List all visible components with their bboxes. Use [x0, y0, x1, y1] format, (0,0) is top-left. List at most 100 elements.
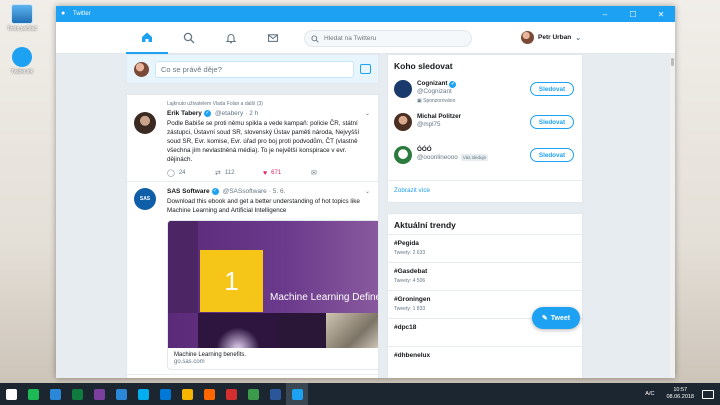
card-image: 1 Machine Learning Defined — [168, 221, 378, 348]
right-sidebar: Koho sledovat Cognizant ✓ @Cognizant ▣ Sp… — [387, 54, 583, 378]
verified-icon: ✓ — [203, 110, 211, 117]
taskbar-app[interactable] — [66, 383, 88, 405]
trend-tag: #Gasdebat — [394, 268, 428, 275]
avatar[interactable]: SAS — [134, 188, 156, 210]
taskbar-app-active[interactable] — [286, 383, 308, 405]
twitter-bird-icon: ● — [61, 10, 66, 17]
firefox-icon — [203, 388, 215, 400]
promoted-label: Sponzorováno — [423, 98, 456, 104]
search-field[interactable] — [304, 30, 472, 47]
taskbar-app[interactable] — [44, 383, 66, 405]
tab-home[interactable] — [126, 22, 168, 54]
taskbar-app[interactable] — [154, 383, 176, 405]
chevron-down-icon[interactable]: ⌄ — [365, 110, 370, 117]
desktop-icon-twitter[interactable]: Twitter.lnk — [2, 47, 42, 75]
tab-messages[interactable] — [252, 22, 294, 54]
scrollbar[interactable] — [670, 54, 675, 378]
retweet-icon: ⇄ — [215, 170, 221, 177]
account-name[interactable]: ÓÓÓ — [417, 146, 488, 154]
window-titlebar[interactable]: ● Twitter – ☐ ✕ — [56, 6, 675, 22]
suggested-account[interactable]: ÓÓÓ @ooonlineooo Vás sleduje Sledovat — [388, 141, 582, 174]
twitter-bird-icon — [12, 47, 32, 67]
follow-button[interactable]: Sledovat — [530, 148, 574, 162]
message-button[interactable]: ✉ — [311, 169, 359, 177]
envelope-icon: ✉ — [311, 170, 317, 177]
taskbar-app[interactable] — [264, 383, 286, 405]
taskbar-app[interactable] — [88, 383, 110, 405]
account-name[interactable]: Cognizant — [417, 80, 447, 88]
user-menu[interactable]: Petr Urban ⌄ — [521, 31, 581, 44]
edge-icon — [49, 388, 61, 400]
tab-explore[interactable] — [168, 22, 210, 54]
avatar[interactable] — [394, 113, 412, 131]
taskbar-app[interactable] — [198, 383, 220, 405]
tweet[interactable]: Lajknuto uživatelem Vlada Folan a další … — [127, 95, 378, 182]
tweet-author-name[interactable]: SAS Software — [167, 188, 210, 195]
compose-input[interactable]: Co se právě děje? — [155, 60, 354, 78]
taskbar-app[interactable] — [22, 383, 44, 405]
trends-panel: Aktuální trendy #Pegida Tweety: 2 633 #G… — [387, 213, 583, 378]
avatar[interactable] — [394, 146, 412, 164]
like-button[interactable]: ♥ 671 — [263, 169, 311, 177]
follow-button[interactable]: Sledovat — [530, 82, 574, 96]
account-name[interactable]: Michal Politzer — [417, 113, 461, 121]
trend-item[interactable]: #Pegida Tweety: 2 633 — [388, 234, 582, 262]
minimize-button[interactable]: – — [591, 6, 619, 22]
taskbar-app[interactable] — [132, 383, 154, 405]
chevron-down-icon[interactable]: ⌄ — [365, 188, 370, 195]
tweet-button-label: Tweet — [550, 314, 571, 322]
taskbar-app[interactable] — [176, 383, 198, 405]
main-column: Co se právě děje? Lajknuto uživatelem Vl… — [126, 54, 379, 378]
close-button[interactable]: ✕ — [647, 6, 675, 22]
clock-date: 08.06.2018 — [666, 394, 694, 400]
avatar — [521, 31, 534, 44]
taskbar-app[interactable] — [110, 383, 132, 405]
who-to-follow-panel: Koho sledovat Cognizant ✓ @Cognizant ▣ Sp… — [387, 54, 583, 203]
maximize-button[interactable]: ☐ — [619, 6, 647, 22]
suggested-account[interactable]: Michal Politzer @mpl75 Sledovat — [388, 108, 582, 141]
link-card[interactable]: 1 Machine Learning Defined Machine Learn… — [167, 220, 378, 370]
taskbar-app[interactable] — [242, 383, 264, 405]
clock-time: 10:57 — [673, 387, 688, 393]
reply-icon: ◯ — [167, 170, 175, 177]
envelope-icon — [267, 34, 279, 42]
show-more-link[interactable]: Zobrazit více — [388, 180, 582, 202]
tweet-handle[interactable]: @SASsoftware — [223, 188, 267, 195]
heart-icon: ♥ — [263, 169, 268, 177]
avatar[interactable] — [134, 112, 156, 134]
image-icon[interactable] — [360, 64, 371, 74]
reply-button[interactable]: ◯ 24 — [167, 169, 215, 177]
retweet-button[interactable]: ⇄ 112 — [215, 169, 263, 177]
clock[interactable]: 10:57 08.06.2018 — [666, 387, 694, 401]
tweet-time[interactable]: · 5. 6. — [269, 188, 286, 195]
home-icon — [142, 32, 152, 42]
search-icon — [311, 34, 319, 43]
follow-button[interactable]: Sledovat — [530, 115, 574, 129]
tab-notifications[interactable] — [210, 22, 252, 54]
tweet-time[interactable]: · 2 h — [245, 110, 258, 117]
window-title: Twitter — [73, 11, 91, 17]
trend-item[interactable]: #Gasdebat Tweety: 4 506 — [388, 262, 582, 290]
input-language[interactable]: A/C — [645, 391, 654, 397]
notification-icon[interactable] — [702, 389, 714, 399]
computer-icon — [11, 4, 33, 24]
start-button[interactable] — [0, 383, 22, 405]
trend-tag: #Pegida — [394, 240, 419, 247]
reply-count: 24 — [178, 170, 186, 176]
avatar[interactable] — [394, 80, 412, 98]
trend-tag: #Groningen — [394, 296, 431, 303]
panel-title: Aktuální trendy — [394, 220, 456, 230]
tweet-author-name[interactable]: Erik Tabery — [167, 110, 202, 117]
card-image-number: 1 — [200, 250, 263, 312]
bell-icon — [225, 34, 237, 44]
tweet[interactable]: SAS SAS Software ✓ @SASsoftware · 5. 6. … — [127, 182, 378, 375]
search-input[interactable] — [324, 35, 464, 42]
compose-box[interactable]: Co se právě děje? — [126, 54, 379, 84]
taskbar-app[interactable] — [220, 383, 242, 405]
follows-you-badge: Vás sleduje — [460, 154, 488, 161]
trend-item[interactable]: #dhbenelux — [388, 346, 582, 374]
tweet-compose-button[interactable]: ✎ Tweet — [532, 307, 580, 329]
suggested-account[interactable]: Cognizant ✓ @Cognizant ▣ Sponzorováno Sle… — [388, 75, 582, 108]
tweet-handle[interactable]: @etabery — [215, 110, 243, 117]
desktop-icon-this-pc[interactable]: Tento počítač — [2, 4, 42, 32]
